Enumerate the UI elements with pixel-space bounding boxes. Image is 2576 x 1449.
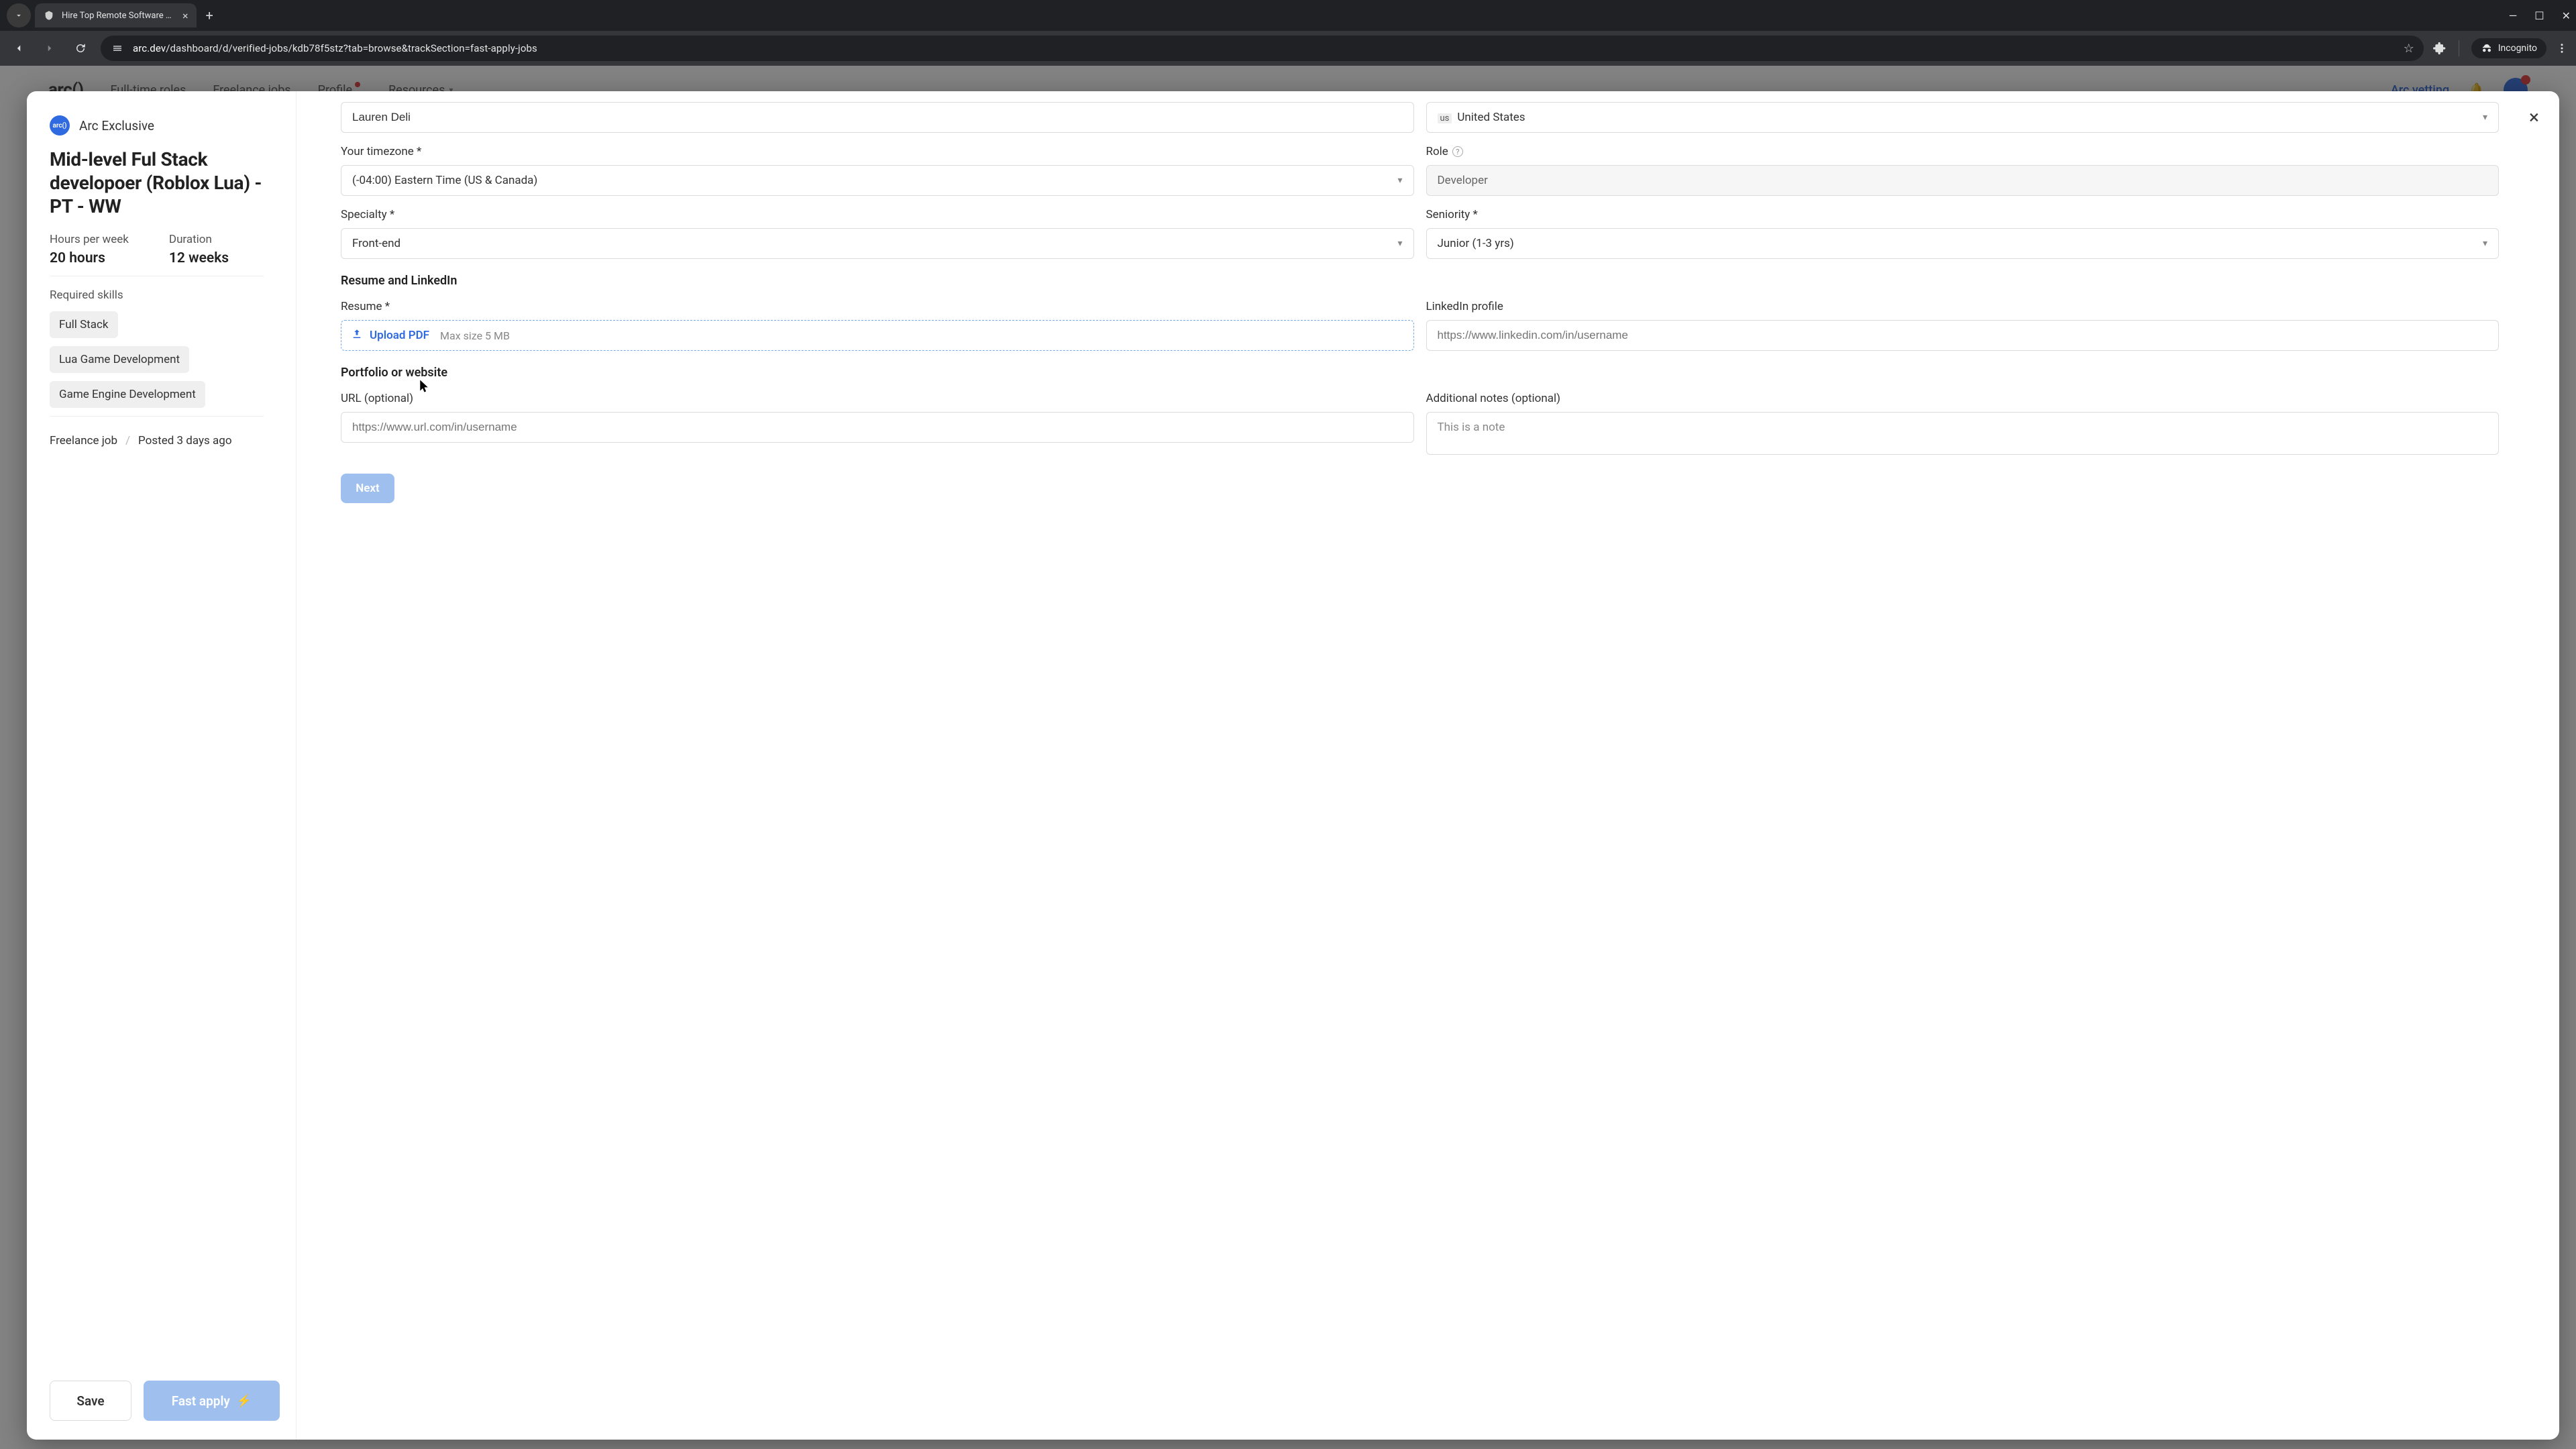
omnibox-url: arc.dev/dashboard/d/verified-jobs/kdb78f… bbox=[133, 42, 537, 54]
hours-value: 20 hours bbox=[50, 250, 129, 266]
seniority-label: Seniority * bbox=[1426, 208, 2500, 221]
posted-ago: Posted 3 days ago bbox=[138, 434, 231, 447]
resume-label: Resume * bbox=[341, 300, 1414, 313]
browser-tab[interactable]: Hire Top Remote Software Dev… × bbox=[35, 3, 197, 28]
upload-label: Upload PDF bbox=[370, 329, 429, 342]
nav-forward-button bbox=[39, 38, 60, 59]
next-button[interactable]: Next bbox=[341, 474, 394, 503]
apply-form-panel: usUnited States ▾ Your timezone * (-04:0… bbox=[297, 91, 2559, 1440]
resume-section-heading: Resume and LinkedIn bbox=[341, 274, 2499, 288]
tab-close-button[interactable]: × bbox=[182, 9, 189, 22]
job-title: Mid-level Ful Stack developoer (Roblox L… bbox=[50, 148, 280, 218]
site-info-icon[interactable] bbox=[110, 41, 125, 56]
chevron-down-icon: ▾ bbox=[2483, 112, 2487, 123]
window-maximize-button[interactable]: ☐ bbox=[2534, 9, 2544, 22]
address-bar: arc.dev/dashboard/d/verified-jobs/kdb78f… bbox=[0, 31, 2576, 66]
country-flag-icon: us bbox=[1438, 113, 1452, 123]
omnibox[interactable]: arc.dev/dashboard/d/verified-jobs/kdb78f… bbox=[101, 36, 2424, 61]
url-label: URL (optional) bbox=[341, 392, 1414, 405]
skill-chips: Full Stack Lua Game Development Game Eng… bbox=[50, 311, 264, 408]
timezone-label: Your timezone * bbox=[341, 145, 1414, 158]
required-skills-label: Required skills bbox=[50, 288, 264, 302]
bolt-icon: ⚡ bbox=[237, 1394, 252, 1408]
specialty-select[interactable]: Front-end ▾ bbox=[341, 228, 1414, 259]
browser-window: Hire Top Remote Software Dev… × + ― ☐ ✕ … bbox=[0, 0, 2576, 1449]
bookmark-star-icon[interactable]: ☆ bbox=[2404, 42, 2414, 56]
portfolio-section-heading: Portfolio or website bbox=[341, 366, 2499, 380]
chevron-down-icon: ▾ bbox=[1397, 175, 1402, 186]
incognito-chip[interactable]: Incognito bbox=[2471, 38, 2546, 58]
apply-form-scroll[interactable]: usUnited States ▾ Your timezone * (-04:0… bbox=[341, 95, 2502, 1421]
linkedin-label: LinkedIn profile bbox=[1426, 300, 2500, 313]
new-tab-button[interactable]: + bbox=[206, 7, 213, 23]
tab-favicon-icon bbox=[43, 9, 55, 21]
name-input[interactable] bbox=[341, 102, 1414, 133]
page-viewport: arc() Full-time roles Freelance jobs Pro… bbox=[0, 66, 2576, 1449]
job-summary-panel: arc() Arc Exclusive Mid-level Ful Stack … bbox=[27, 91, 297, 1440]
linkedin-input[interactable] bbox=[1426, 320, 2500, 351]
tab-search-button[interactable] bbox=[7, 3, 31, 28]
specialty-label: Specialty * bbox=[341, 208, 1414, 221]
timezone-select[interactable]: (-04:00) Eastern Time (US & Canada) ▾ bbox=[341, 165, 1414, 196]
incognito-label: Incognito bbox=[2498, 43, 2537, 54]
duration-label: Duration bbox=[169, 233, 229, 246]
seniority-select[interactable]: Junior (1-3 yrs) ▾ bbox=[1426, 228, 2500, 259]
upload-icon bbox=[351, 328, 363, 343]
role-readonly: Developer bbox=[1426, 165, 2500, 196]
job-type-label: Freelance job bbox=[50, 434, 117, 447]
job-summary-scroll[interactable]: Hours per week 20 hours Duration 12 week… bbox=[50, 233, 280, 1367]
save-button[interactable]: Save bbox=[50, 1381, 131, 1421]
notes-textarea[interactable]: This is a note bbox=[1426, 412, 2500, 455]
extensions-icon[interactable] bbox=[2433, 42, 2447, 55]
brand-label: Arc Exclusive bbox=[79, 118, 154, 133]
arc-logo-icon: arc() bbox=[50, 115, 70, 136]
skill-chip: Full Stack bbox=[50, 311, 118, 338]
browser-menu-button[interactable] bbox=[2556, 42, 2568, 54]
incognito-icon bbox=[2481, 42, 2493, 54]
upload-hint: Max size 5 MB bbox=[440, 329, 510, 342]
portfolio-url-input[interactable] bbox=[341, 412, 1414, 443]
divider bbox=[50, 416, 264, 417]
role-label: Role ? bbox=[1426, 145, 2500, 158]
info-icon[interactable]: ? bbox=[1452, 146, 1463, 157]
window-close-button[interactable]: ✕ bbox=[2562, 9, 2571, 22]
hours-label: Hours per week bbox=[50, 233, 129, 246]
chevron-down-icon bbox=[14, 11, 23, 20]
tab-strip: Hire Top Remote Software Dev… × + ― ☐ ✕ bbox=[0, 0, 2576, 31]
tab-title: Hire Top Remote Software Dev… bbox=[62, 11, 176, 21]
notes-label: Additional notes (optional) bbox=[1426, 392, 2500, 405]
country-select[interactable]: usUnited States ▾ bbox=[1426, 102, 2500, 133]
skill-chip: Game Engine Development bbox=[50, 381, 205, 408]
nav-reload-button[interactable] bbox=[70, 38, 91, 59]
duration-value: 12 weeks bbox=[169, 250, 229, 266]
chevron-down-icon: ▾ bbox=[1397, 238, 1402, 249]
apply-modal: × arc() Arc Exclusive Mid-level Ful Stac… bbox=[27, 91, 2559, 1440]
window-minimize-button[interactable]: ― bbox=[2509, 9, 2518, 22]
window-controls: ― ☐ ✕ bbox=[2509, 9, 2571, 22]
chevron-down-icon: ▾ bbox=[2483, 238, 2487, 249]
skill-chip: Lua Game Development bbox=[50, 346, 189, 373]
fast-apply-button[interactable]: Fast apply ⚡ bbox=[144, 1381, 280, 1421]
separator: / bbox=[125, 434, 130, 447]
nav-back-button[interactable] bbox=[8, 38, 30, 59]
resume-upload-button[interactable]: Upload PDF Max size 5 MB bbox=[341, 320, 1414, 351]
